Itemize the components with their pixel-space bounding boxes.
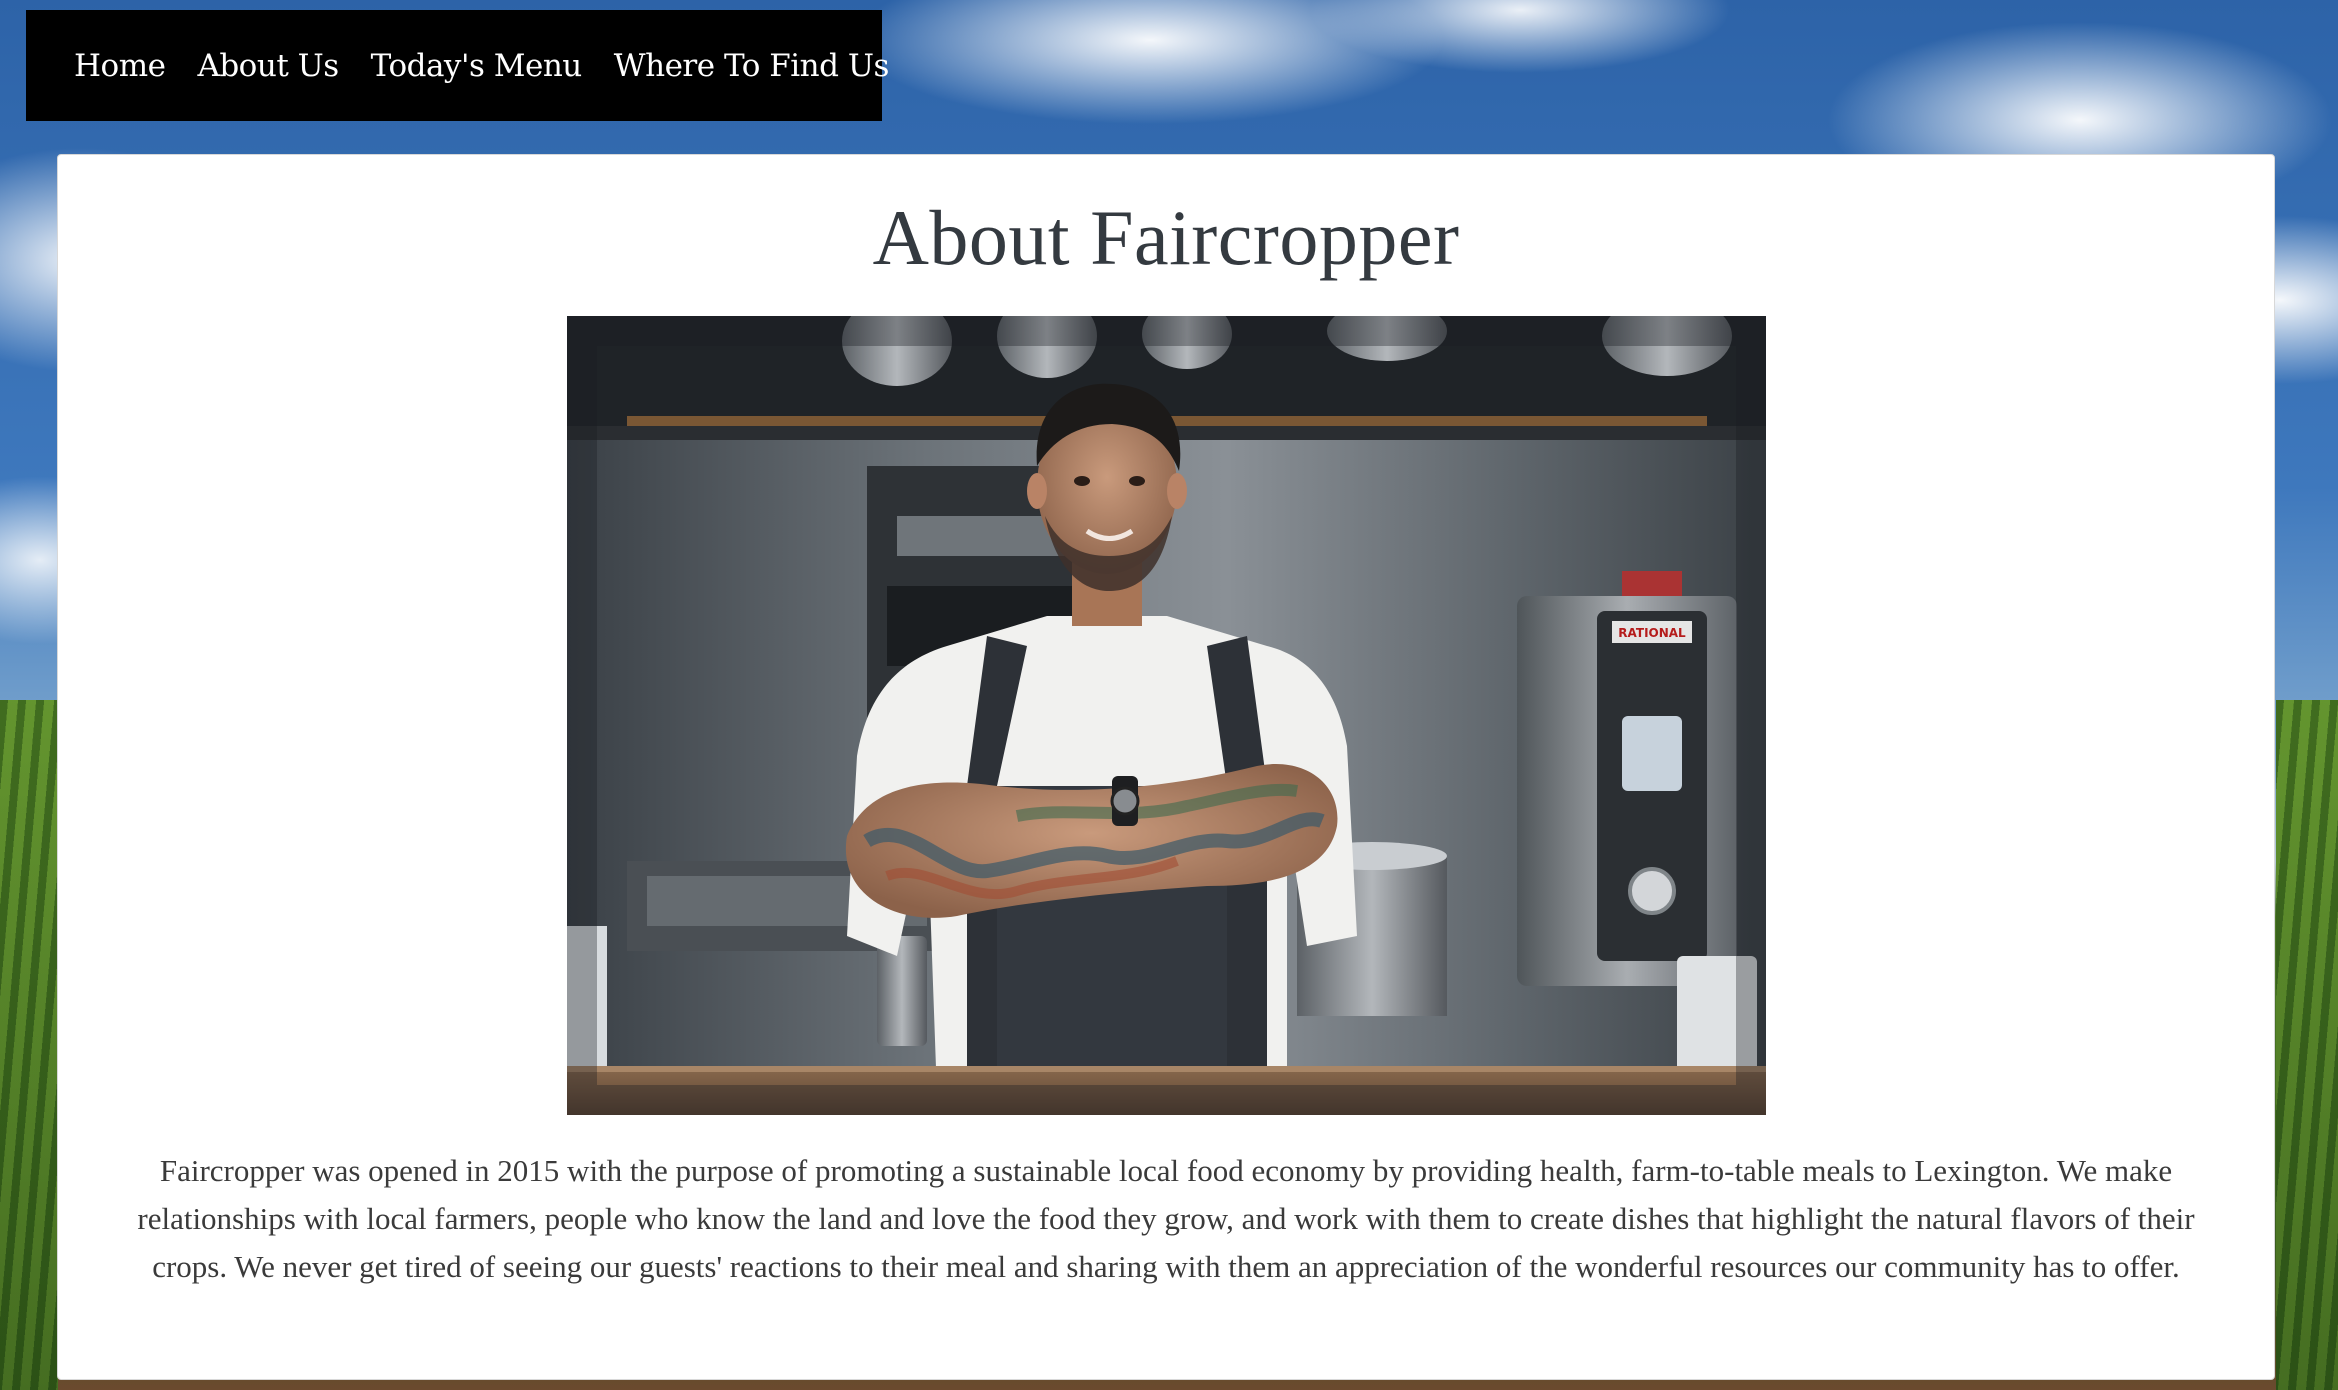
about-description: Faircropper was opened in 2015 with the …	[137, 1153, 2195, 1284]
nav-home-link[interactable]: Home	[74, 48, 166, 84]
background-field-right	[2276, 700, 2338, 1390]
chef-photo: RATIONAL	[567, 316, 1766, 1115]
main-navigation: Home About Us Today's Menu Where To Find…	[26, 10, 889, 121]
page-title: About Faircropper	[872, 194, 1460, 281]
appliance-brand-label: RATIONAL	[1618, 626, 1686, 640]
nav-where-to-find-us-link[interactable]: Where To Find Us	[614, 48, 890, 84]
background-field-left	[0, 700, 58, 1390]
nav-todays-menu-link[interactable]: Today's Menu	[371, 48, 583, 84]
nav-about-us-link[interactable]: About Us	[197, 48, 339, 84]
about-card: About Faircropper RATIONAL Faircropper w…	[57, 154, 2275, 1380]
